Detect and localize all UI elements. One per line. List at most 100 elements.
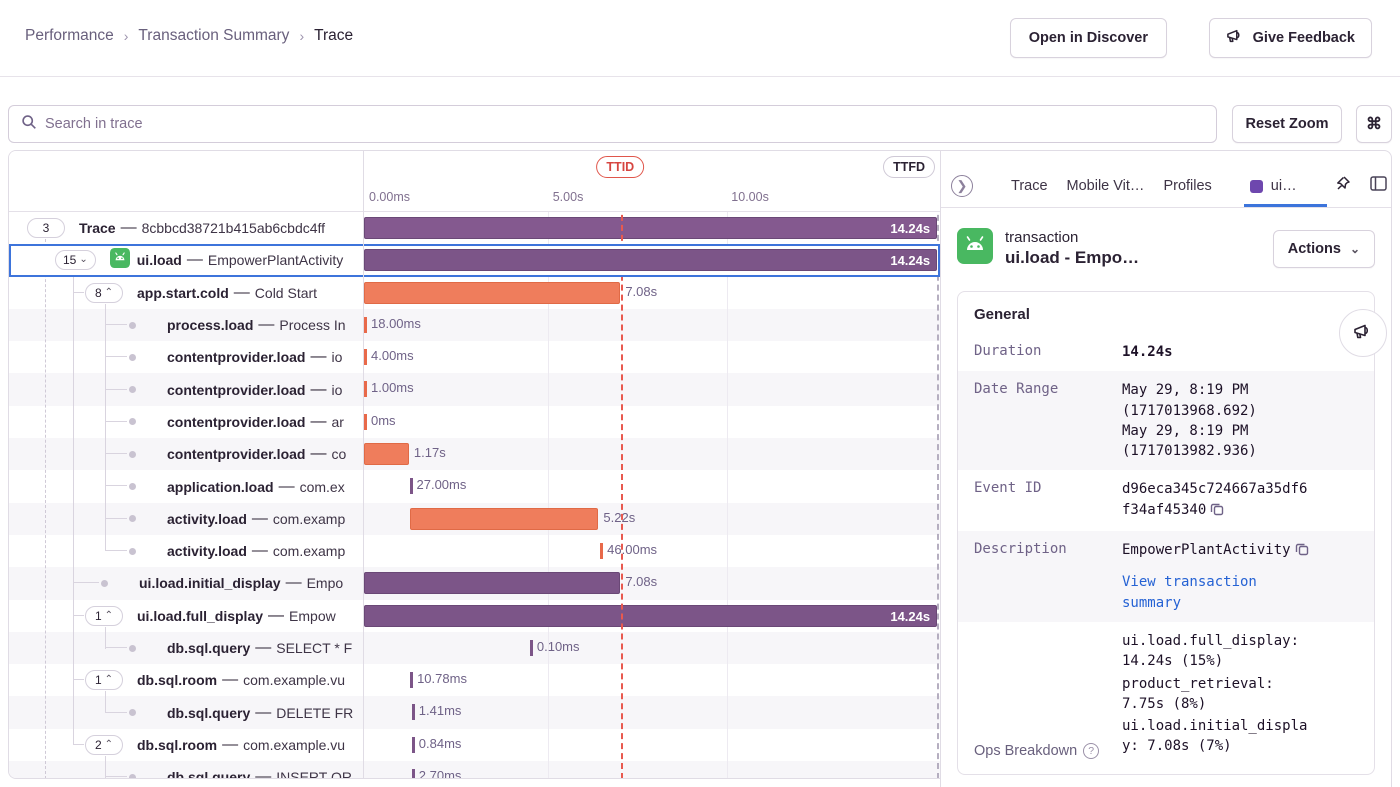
span-bar[interactable] (364, 572, 620, 594)
span-description: com.ex (300, 479, 345, 495)
trace-row-contentprovider.load[interactable]: contentprovider.load—io 1.00ms (9, 373, 940, 405)
trace-row-process.load[interactable]: process.load—Process In18.00ms (9, 309, 940, 341)
breadcrumb-separator-icon: › (124, 28, 129, 44)
row-timeline-cell: 1.17s (364, 438, 940, 470)
separator: — (252, 510, 268, 528)
search-icon (21, 114, 37, 135)
span-duration-label: 1.17s (414, 445, 446, 460)
pin-icon[interactable] (1334, 175, 1351, 197)
search-input[interactable] (45, 116, 1204, 132)
row-label: contentprovider.load—io (9, 373, 364, 405)
trace-row-application.load[interactable]: application.load—com.ex27.00ms (9, 470, 940, 502)
field-row-ops-breakdown: Ops Breakdown?ui.load.full_display: 14.2… (958, 622, 1374, 768)
span-tick[interactable] (600, 543, 603, 559)
separator: — (121, 219, 137, 237)
span-tick[interactable] (412, 737, 415, 753)
span-count-badge[interactable]: 2⌃ (85, 735, 123, 755)
breadcrumb-trace: Trace (314, 27, 353, 45)
trace-row-app.start.cold[interactable]: 8⌃app.start.cold—Cold Start7.08s (9, 277, 940, 309)
span-bar[interactable]: 14.24s (364, 605, 937, 627)
row-label: activity.load—com.examp (9, 535, 364, 567)
field-value: May 29, 8:19 PM(1717013968.692)May 29, 8… (1122, 380, 1314, 461)
row-timeline-cell: 14.24s (364, 244, 940, 276)
transaction-op-swatch-icon (1250, 180, 1263, 193)
breadcrumb-transaction-summary[interactable]: Transaction Summary (138, 27, 289, 45)
trace-row-db.sql.query[interactable]: db.sql.query—SELECT * F0.10ms (9, 632, 940, 664)
trace-row-Trace[interactable]: 3Trace—8cbbcd38721b415ab6cbdc4ff14.24s (9, 212, 940, 244)
keyboard-shortcut-button[interactable]: ⌘ (1356, 105, 1392, 143)
span-bar[interactable] (364, 282, 620, 304)
row-timeline-cell: 10.78ms (364, 664, 940, 696)
copy-icon[interactable] (1210, 502, 1224, 522)
trace-row-contentprovider.load[interactable]: contentprovider.load—co1.17s (9, 438, 940, 470)
transaction-title: ui.load - Empo… (1005, 248, 1139, 268)
tree-dot (129, 354, 136, 361)
span-bar[interactable] (410, 508, 598, 530)
span-tick[interactable] (364, 414, 367, 430)
tab-trace[interactable]: Trace (1011, 178, 1048, 194)
trace-row-db.sql.room[interactable]: 1⌃db.sql.room—com.example.vu10.78ms (9, 664, 940, 696)
tree-dot (129, 645, 136, 652)
row-timeline-cell: 46.00ms (364, 535, 940, 567)
copy-icon[interactable] (1295, 542, 1309, 562)
trace-row-contentprovider.load[interactable]: contentprovider.load—io4.00ms (9, 341, 940, 373)
span-bar[interactable] (364, 443, 409, 465)
search-bar[interactable] (8, 105, 1217, 143)
separator: — (187, 251, 203, 269)
span-tick[interactable] (412, 769, 415, 779)
span-tick[interactable] (364, 317, 367, 333)
span-tick[interactable] (412, 704, 415, 720)
row-label: 1⌃db.sql.room—com.example.vu (9, 664, 364, 696)
span-count-badge[interactable]: 3 (27, 218, 65, 238)
help-icon[interactable]: ? (1083, 743, 1099, 759)
trace-row-db.sql.room[interactable]: 2⌃db.sql.room—com.example.vu0.84ms (9, 729, 940, 761)
span-tick[interactable] (364, 349, 367, 365)
tree-dot (129, 774, 136, 779)
span-duration-label: 0ms (371, 413, 396, 428)
trace-row-db.sql.query[interactable]: db.sql.query—INSERT OR2.70ms (9, 761, 940, 779)
span-tick[interactable] (410, 478, 413, 494)
row-label: process.load—Process In (9, 309, 364, 341)
give-feedback-button[interactable]: Give Feedback (1209, 18, 1372, 58)
span-bar[interactable]: 14.24s (364, 249, 937, 271)
open-in-discover-button[interactable]: Open in Discover (1010, 18, 1167, 58)
trace-row-contentprovider.load[interactable]: contentprovider.load—ar0ms (9, 406, 940, 438)
span-op: activity.load (167, 543, 247, 559)
span-tick[interactable] (530, 640, 533, 656)
view-transaction-summary-link[interactable]: View transaction summary (1122, 572, 1314, 613)
span-count-badge[interactable]: 1⌃ (85, 606, 123, 626)
trace-row-activity.load[interactable]: activity.load—com.examp5.22s (9, 503, 940, 535)
drawer-tab-bar: ❯ Trace Mobile Vit… Profiles ui… (941, 151, 1391, 208)
span-count-badge[interactable]: 1⌃ (85, 670, 123, 690)
span-count-badge[interactable]: 15⌄ (55, 250, 96, 270)
span-description: EmpowerPlantActivity (208, 252, 343, 268)
span-tick[interactable] (410, 672, 413, 688)
ttfd-badge: TTFD (883, 156, 935, 178)
trace-row-ui.load.full_display[interactable]: 1⌃ui.load.full_display—Empow14.24s (9, 600, 940, 632)
trace-row-activity.load[interactable]: activity.load—com.examp46.00ms (9, 535, 940, 567)
trace-row-db.sql.query[interactable]: db.sql.query—DELETE FR1.41ms (9, 696, 940, 728)
dock-left-icon[interactable] (1370, 176, 1387, 196)
floating-feedback-button[interactable] (1339, 309, 1387, 357)
actions-button[interactable]: Actions ⌄ (1273, 230, 1375, 268)
general-card-title: General (958, 292, 1374, 333)
tab-profiles[interactable]: Profiles (1163, 178, 1211, 194)
chevron-down-icon: ⌄ (1350, 242, 1360, 256)
field-label: Event ID (974, 479, 1122, 522)
span-count-badge[interactable]: 8⌃ (85, 283, 123, 303)
tab-mobile-vitals[interactable]: Mobile Vit… (1067, 178, 1145, 194)
android-icon (110, 248, 130, 273)
span-bar[interactable]: 14.24s (364, 217, 937, 239)
trace-row-ui.load.initial_display[interactable]: ui.load.initial_display—Empo7.08s (9, 567, 940, 599)
breadcrumb-performance[interactable]: Performance (25, 27, 114, 45)
breadcrumb: Performance › Transaction Summary › Trac… (25, 27, 353, 45)
command-icon: ⌘ (1366, 114, 1382, 134)
drawer-expand-icon[interactable]: ❯ (951, 175, 973, 197)
row-timeline-cell: 27.00ms (364, 470, 940, 502)
trace-row-ui.load[interactable]: 15⌄ui.load—EmpowerPlantActivity14.24s (9, 244, 940, 276)
row-timeline-cell: 4.00ms (364, 341, 940, 373)
span-duration-label: 1.00ms (371, 380, 414, 395)
reset-zoom-button[interactable]: Reset Zoom (1232, 105, 1342, 143)
span-tick[interactable] (364, 381, 367, 397)
tab-ui-load-active[interactable]: ui… (1250, 178, 1297, 194)
